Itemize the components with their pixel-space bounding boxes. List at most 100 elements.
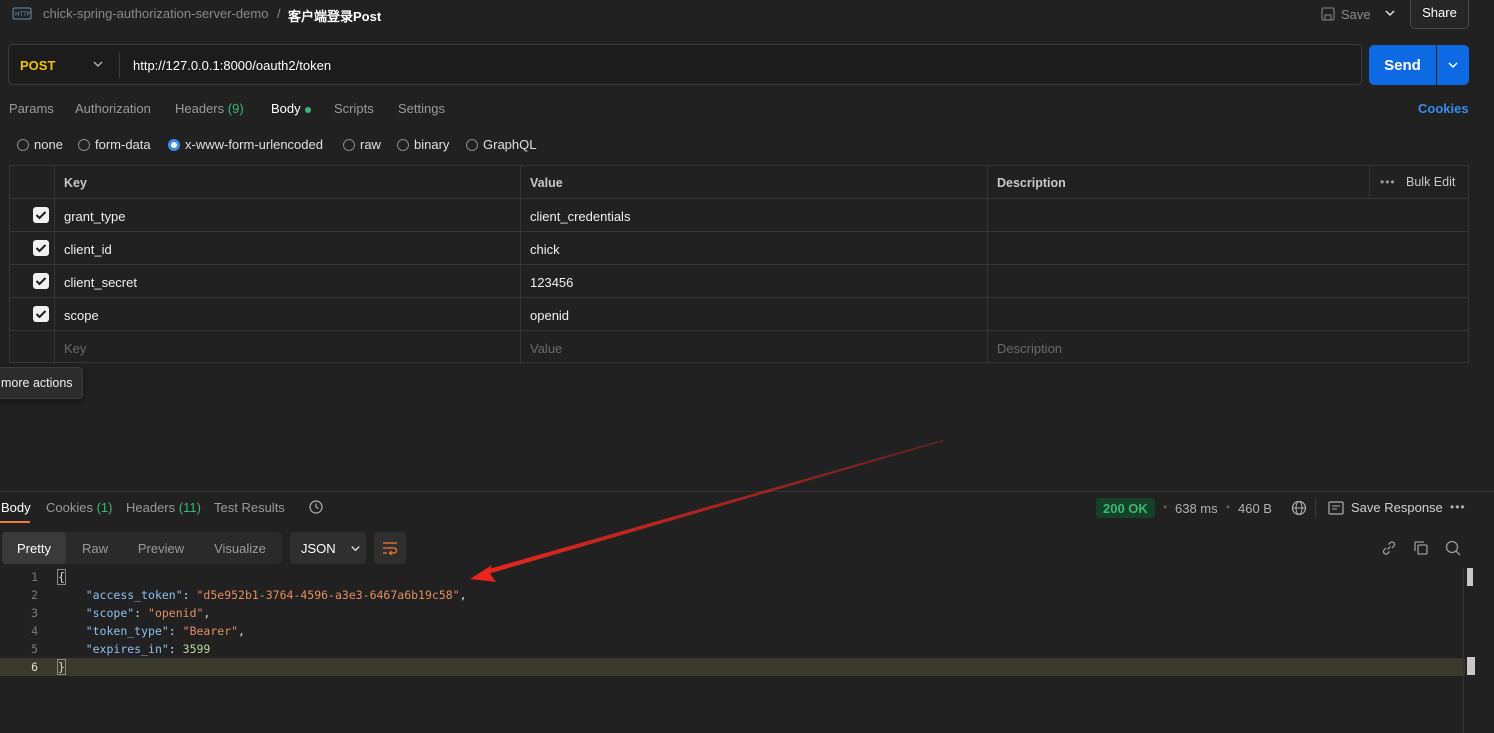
checkbox-checked[interactable] (33, 207, 49, 223)
response-time[interactable]: 638 ms (1175, 501, 1218, 516)
breadcrumb-separator: / (277, 6, 281, 21)
tab-params[interactable]: Params (9, 101, 54, 116)
resp-tab-cookies-count: (1) (96, 500, 113, 515)
status-badge[interactable]: 200 OK (1096, 498, 1155, 518)
radio-circle (466, 138, 478, 151)
param-value: openid (530, 308, 570, 323)
row-value-cell[interactable]: client_credentials (521, 199, 988, 231)
cookies-link[interactable]: Cookies (1418, 101, 1469, 116)
method-select[interactable]: POST (20, 58, 55, 73)
row-description-cell[interactable] (988, 298, 1468, 330)
view-raw[interactable]: Raw (66, 532, 124, 564)
table-row: client_secret 123456 (10, 265, 1468, 298)
row-key-cell[interactable]: client_secret (55, 265, 521, 297)
tab-body[interactable]: Body (271, 101, 311, 116)
row-value-cell[interactable]: 123456 (521, 265, 988, 297)
resp-tab-test-results[interactable]: Test Results (214, 500, 285, 515)
breadcrumb-collection[interactable]: chick-spring-authorization-server-demo (43, 6, 268, 21)
code-text: "token_type": "Bearer", (85, 624, 245, 638)
save-options-button[interactable] (1378, 0, 1402, 26)
key-placeholder: Key (64, 341, 87, 356)
row-description-cell[interactable] (988, 199, 1468, 231)
row-check-cell (10, 265, 55, 297)
tab-authorization[interactable]: Authorization (75, 101, 151, 116)
view-visualize[interactable]: Visualize (198, 532, 282, 564)
bulk-separator (1369, 166, 1370, 199)
breadcrumb-request-name[interactable]: 客户端登录Post (288, 6, 381, 25)
more-options-icon[interactable]: ••• (1380, 175, 1396, 189)
view-mode-segment: Pretty Raw Preview Visualize (2, 532, 282, 564)
send-options-button[interactable] (1437, 45, 1469, 85)
editor-scrollbar[interactable] (1467, 568, 1473, 586)
line-number: 6 (31, 660, 38, 674)
row-key-cell[interactable]: client_id (55, 232, 521, 264)
row-description-cell[interactable] (988, 265, 1468, 297)
radio-graphql[interactable]: GraphQL (466, 137, 536, 152)
share-button[interactable]: Share (1410, 0, 1469, 29)
code-line: 4 "token_type": "Bearer", (0, 622, 1465, 640)
copy-icon[interactable] (1412, 539, 1430, 557)
top-bar: HTTP chick-spring-authorization-server-d… (0, 0, 1494, 29)
response-size[interactable]: 460 B (1238, 501, 1272, 516)
row-description-cell[interactable] (988, 232, 1468, 264)
more-options-icon[interactable]: ••• (1450, 500, 1466, 514)
response-divider[interactable] (0, 491, 1494, 492)
row-value-cell[interactable]: chick (521, 232, 988, 264)
save-response-button[interactable]: Save Response (1328, 500, 1443, 515)
history-icon[interactable] (308, 499, 324, 515)
param-key: grant_type (64, 209, 126, 224)
radio-raw[interactable]: raw (343, 137, 381, 152)
globe-icon[interactable] (1291, 500, 1307, 516)
radio-label: GraphQL (483, 137, 537, 152)
url-input[interactable]: http://127.0.0.1:8000/oauth2/token (133, 58, 331, 73)
checkbox-checked[interactable] (33, 240, 49, 256)
save-icon (1321, 7, 1335, 21)
new-description-input[interactable]: Description (988, 331, 1468, 364)
link-icon[interactable] (1380, 539, 1398, 557)
param-key: client_id (64, 242, 112, 257)
send-button[interactable]: Send (1369, 45, 1436, 85)
radio-form-data[interactable]: form-data (78, 137, 151, 152)
tab-headers-label: Headers (175, 101, 225, 116)
row-check-cell (10, 331, 55, 364)
code-text: "expires_in": 3599 (85, 642, 211, 656)
wrap-lines-button[interactable] (374, 532, 406, 564)
bulk-edit-button[interactable]: Bulk Edit (1406, 175, 1455, 189)
resp-tab-body[interactable]: Body (1, 500, 31, 515)
row-key-cell[interactable]: grant_type (55, 199, 521, 231)
new-value-input[interactable]: Value (521, 331, 988, 364)
search-icon[interactable] (1444, 539, 1462, 557)
chevron-down-icon[interactable] (91, 57, 105, 71)
radio-binary[interactable]: binary (397, 137, 449, 152)
response-body-editor[interactable]: 1 { 2 "access_token": "d5e952b1-3764-459… (0, 568, 1494, 733)
json-string: "openid" (148, 606, 204, 620)
save-button[interactable]: Save (1321, 4, 1373, 24)
checkbox-checked[interactable] (33, 306, 49, 322)
format-select[interactable]: JSON (290, 532, 366, 564)
chevron-down-icon (1385, 10, 1395, 17)
meta-separator: • (1226, 500, 1231, 514)
resp-tab-headers[interactable]: Headers (11) (126, 500, 201, 515)
row-key-cell[interactable]: scope (55, 298, 521, 330)
json-key: "token_type" (85, 624, 169, 638)
radio-circle (397, 138, 409, 151)
header-key-cell: Key (55, 166, 521, 198)
radio-x-www-form-urlencoded[interactable]: x-www-form-urlencoded (168, 137, 323, 152)
url-bar: POST http://127.0.0.1:8000/oauth2/token (8, 44, 1362, 85)
resp-tab-cookies[interactable]: Cookies (1) (46, 500, 112, 515)
view-pretty[interactable]: Pretty (2, 532, 66, 564)
view-preview[interactable]: Preview (124, 532, 198, 564)
line-number: 4 (31, 624, 38, 638)
new-key-input[interactable]: Key (55, 331, 521, 364)
more-actions-tooltip: more actions (0, 367, 83, 399)
tab-settings[interactable]: Settings (398, 101, 445, 116)
checkbox-checked[interactable] (33, 273, 49, 289)
param-key: scope (64, 308, 99, 323)
row-value-cell[interactable]: openid (521, 298, 988, 330)
json-string: "d5e952b1-3764-4596-a3e3-6467a6b19c58" (196, 588, 460, 602)
param-value: 123456 (530, 275, 574, 290)
tab-headers[interactable]: Headers (9) (175, 101, 244, 116)
tab-scripts[interactable]: Scripts (334, 101, 374, 116)
code-line: 5 "expires_in": 3599 (0, 640, 1465, 658)
radio-none[interactable]: none (17, 137, 63, 152)
